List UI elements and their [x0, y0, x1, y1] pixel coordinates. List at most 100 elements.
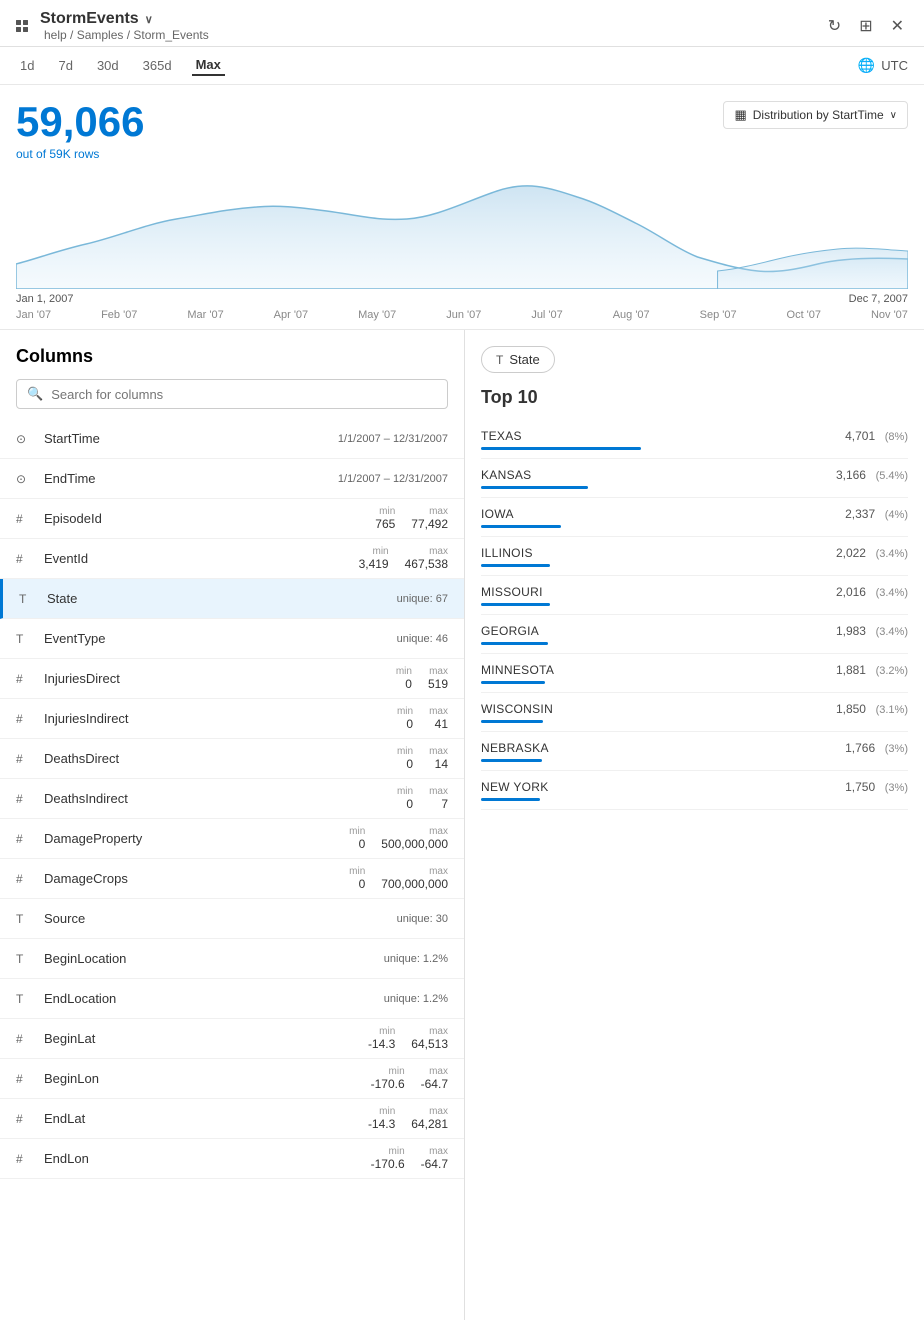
layout-button[interactable]: ⊞	[855, 12, 876, 40]
active-column-badge[interactable]: T State	[481, 346, 555, 373]
col-stat-minmax: min -14.3 max 64,513	[368, 1026, 448, 1051]
table-row: MISSOURI 2,016 (3.4%)	[481, 576, 908, 615]
refresh-button[interactable]: ↻	[824, 12, 845, 40]
time-btn-max[interactable]: Max	[192, 55, 225, 76]
state-count: 4,701	[845, 429, 875, 443]
list-item[interactable]: # InjuriesDirect min 0 max 519	[0, 659, 464, 699]
table-row: MINNESOTA 1,881 (3.2%)	[481, 654, 908, 693]
list-item[interactable]: T EventType unique: 46	[0, 619, 464, 659]
list-item[interactable]: ⊙ StartTime 1/1/2007 – 12/31/2007	[0, 419, 464, 459]
state-count: 1,881	[836, 663, 866, 677]
chart-label-8: Sep '07	[700, 309, 737, 321]
chart-label-10: Nov '07	[871, 309, 908, 321]
col-name: EndLat	[44, 1111, 368, 1126]
col-stat-minmax: min 0 max 7	[397, 786, 448, 811]
table-row: GEORGIA 1,983 (3.4%)	[481, 615, 908, 654]
col-stat-minmax: min -170.6 max -64.7	[371, 1146, 448, 1171]
col-stat-minmax: min 0 max 519	[396, 666, 448, 691]
chart-label-5: Jun '07	[446, 309, 481, 321]
col-type-icon: #	[16, 672, 36, 686]
state-bar	[481, 564, 550, 567]
col-name: State	[47, 591, 397, 606]
state-name: NEW YORK	[481, 780, 549, 794]
time-chart	[16, 169, 908, 289]
col-stat-min: min 0	[397, 706, 413, 731]
list-item[interactable]: # BeginLat min -14.3 max 64,513	[0, 1019, 464, 1059]
list-item[interactable]: T Source unique: 30	[0, 899, 464, 939]
chart-header: 59,066 out of 59K rows ▦ Distribution by…	[16, 101, 908, 161]
col-stat-unique: unique: 67	[397, 593, 448, 605]
list-item[interactable]: # EventId min 3,419 max 467,538	[0, 539, 464, 579]
col-type-icon: #	[16, 1032, 36, 1046]
col-stat-minmax: min -14.3 max 64,281	[368, 1106, 448, 1131]
state-name: GEORGIA	[481, 624, 539, 638]
time-btn-30d[interactable]: 30d	[93, 55, 123, 76]
search-input[interactable]	[51, 387, 437, 402]
list-item[interactable]: # DamageProperty min 0 max 500,000,000	[0, 819, 464, 859]
layout-icon: ⊞	[859, 18, 872, 35]
timezone-label: UTC	[881, 58, 908, 73]
col-stat-minmax: min 0 max 41	[397, 706, 448, 731]
header: StormEvents ∨ help / Samples / Storm_Eve…	[0, 0, 924, 47]
search-box[interactable]: 🔍	[16, 379, 448, 409]
state-name: IOWA	[481, 507, 514, 521]
refresh-icon: ↻	[828, 18, 841, 35]
col-name: EpisodeId	[44, 511, 375, 526]
time-btn-7d[interactable]: 7d	[54, 55, 76, 76]
state-pct: (3%)	[885, 782, 908, 794]
col-stat-max: max 467,538	[405, 546, 448, 571]
col-type-icon: #	[16, 1112, 36, 1126]
distribution-icon: ▦	[734, 107, 746, 123]
state-pct: (3.1%)	[876, 704, 908, 716]
app-title[interactable]: StormEvents ∨	[40, 10, 209, 28]
close-button[interactable]: ✕	[887, 12, 908, 40]
distribution-button[interactable]: ▦ Distribution by StartTime ∨	[723, 101, 908, 129]
list-item[interactable]: # EndLat min -14.3 max 64,281	[0, 1099, 464, 1139]
col-type-icon: T	[19, 592, 39, 606]
col-type-icon: T	[16, 952, 36, 966]
list-item[interactable]: T BeginLocation unique: 1.2%	[0, 939, 464, 979]
active-column-name: State	[509, 352, 539, 367]
col-name: DamageCrops	[44, 871, 349, 886]
state-name: MINNESOTA	[481, 663, 554, 677]
col-stat-max: max 77,492	[411, 506, 448, 531]
state-pct: (3%)	[885, 743, 908, 755]
col-type-icon: T	[16, 912, 36, 926]
state-name: TEXAS	[481, 429, 522, 443]
state-bar	[481, 486, 588, 489]
state-bar	[481, 642, 548, 645]
list-item[interactable]: # InjuriesIndirect min 0 max 41	[0, 699, 464, 739]
grid-icon	[16, 20, 28, 32]
col-stat-range: 1/1/2007 – 12/31/2007	[338, 433, 448, 445]
state-count: 1,750	[845, 780, 875, 794]
time-btn-1d[interactable]: 1d	[16, 55, 38, 76]
col-stat-max: max 500,000,000	[381, 826, 448, 851]
state-name: MISSOURI	[481, 585, 543, 599]
time-btn-365d[interactable]: 365d	[139, 55, 176, 76]
breadcrumb: help / Samples / Storm_Events	[44, 28, 209, 42]
state-count: 1,850	[836, 702, 866, 716]
col-type-icon: #	[16, 512, 36, 526]
col-type-icon: #	[16, 1152, 36, 1166]
list-item[interactable]: # EndLon min -170.6 max -64.7	[0, 1139, 464, 1179]
state-bar	[481, 603, 550, 606]
state-bar	[481, 759, 542, 762]
table-row: NEW YORK 1,750 (3%)	[481, 771, 908, 810]
list-item[interactable]: T State unique: 67	[0, 579, 464, 619]
chart-label-1: Feb '07	[101, 309, 137, 321]
list-item[interactable]: # EpisodeId min 765 max 77,492	[0, 499, 464, 539]
list-item[interactable]: ⊙ EndTime 1/1/2007 – 12/31/2007	[0, 459, 464, 499]
col-type-icon: #	[16, 872, 36, 886]
time-filter-bar: 1d 7d 30d 365d Max 🌐 UTC	[0, 47, 924, 85]
col-stat-min: min -14.3	[368, 1026, 395, 1051]
chart-area: 59,066 out of 59K rows ▦ Distribution by…	[0, 85, 924, 330]
list-item[interactable]: # DeathsDirect min 0 max 14	[0, 739, 464, 779]
list-item[interactable]: T EndLocation unique: 1.2%	[0, 979, 464, 1019]
list-item[interactable]: # BeginLon min -170.6 max -64.7	[0, 1059, 464, 1099]
list-item[interactable]: # DamageCrops min 0 max 700,000,000	[0, 859, 464, 899]
col-stat-min: min 0	[397, 746, 413, 771]
row-count-subtext: out of 59K rows	[16, 147, 144, 161]
list-item[interactable]: # DeathsIndirect min 0 max 7	[0, 779, 464, 819]
chart-label-4: May '07	[358, 309, 396, 321]
state-bar	[481, 447, 641, 450]
